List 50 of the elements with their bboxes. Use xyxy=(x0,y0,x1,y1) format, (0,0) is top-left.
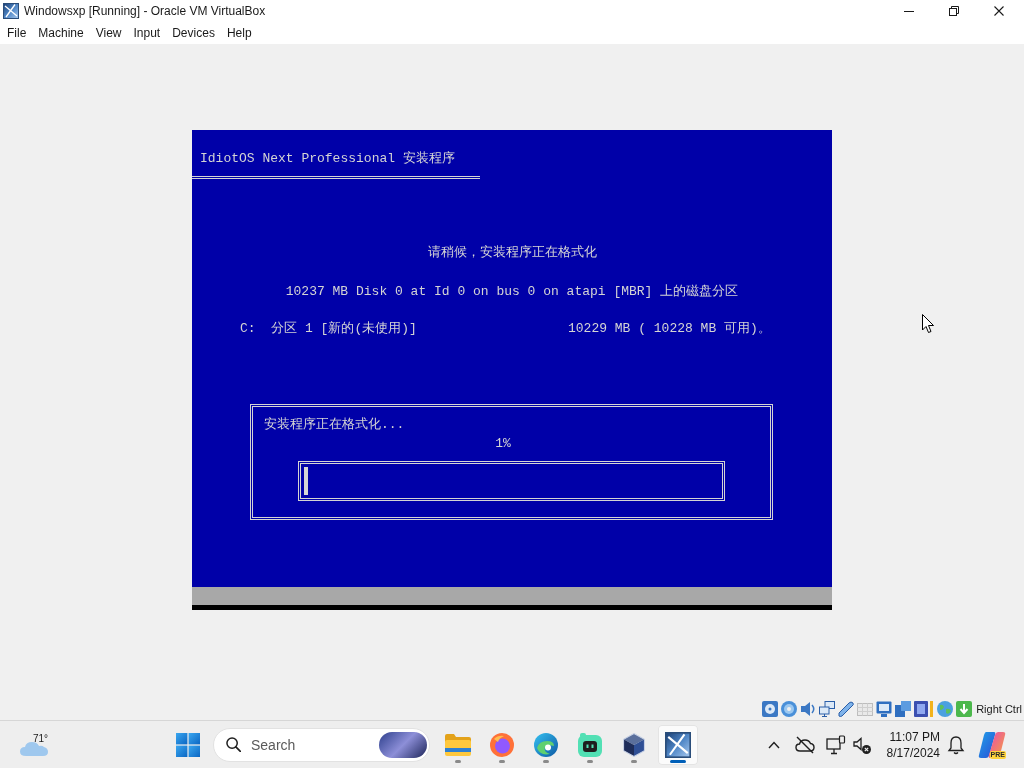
hard-disk-icon[interactable] xyxy=(762,701,779,717)
progress-percent: 1% xyxy=(495,436,511,452)
speaker-icon[interactable] xyxy=(800,701,817,717)
host-key-label: Right Ctrl xyxy=(976,703,1022,715)
four-panes-icon xyxy=(176,732,200,757)
swirl-globe-icon xyxy=(490,732,514,757)
partition-name: C: 分区 1 [新的(未使用)] xyxy=(240,321,418,337)
speaker-muted-icon[interactable] xyxy=(852,734,872,755)
wave-circle-icon xyxy=(534,732,558,757)
menu-item[interactable]: Input xyxy=(127,23,167,43)
status-message: 请稍候，安装程序正在格式化 xyxy=(427,245,597,261)
bot-face-icon xyxy=(578,732,602,757)
search-input[interactable]: Search xyxy=(251,736,379,753)
folder-icon xyxy=(445,733,471,756)
chip-meter-icon[interactable] xyxy=(914,701,935,717)
optical-disc-icon[interactable] xyxy=(781,701,798,717)
network-icon[interactable] xyxy=(819,701,836,717)
ribbon-logo-icon xyxy=(978,730,1006,759)
restore-icon xyxy=(948,6,959,16)
photo-placeholder xyxy=(379,731,427,758)
globe-icon[interactable] xyxy=(937,701,954,717)
menu-item[interactable]: File xyxy=(1,23,33,43)
chevron-up-icon[interactable] xyxy=(768,740,780,749)
taskbar-app-button[interactable] xyxy=(658,724,698,765)
mouse-pointer-icon xyxy=(922,314,935,334)
cloud-off-icon[interactable] xyxy=(795,735,815,754)
menu-item[interactable]: View xyxy=(89,23,128,43)
progress-caption: 安装程序正在格式化... xyxy=(264,417,405,433)
menu-item[interactable]: Help xyxy=(220,23,258,43)
cloud-icon xyxy=(20,741,48,756)
crossed-tile-icon xyxy=(3,3,19,19)
cube-icon xyxy=(622,732,646,757)
bell-icon[interactable] xyxy=(947,734,965,755)
setup-title: IdiotOS Next Professional 安装程序 xyxy=(200,151,455,167)
search-bar[interactable]: Search xyxy=(213,727,430,762)
menu-item[interactable]: Machine xyxy=(32,23,90,43)
close-icon xyxy=(993,6,1004,16)
search-icon xyxy=(226,737,241,752)
crossed-tile-icon xyxy=(665,731,691,758)
arrow-badge-icon[interactable] xyxy=(956,701,973,717)
stacked-squares-icon[interactable] xyxy=(895,701,912,717)
menu-item[interactable]: Devices xyxy=(166,23,221,43)
partition-size: 10229 MB ( 10228 MB 可用)。 xyxy=(568,321,771,337)
minimize-icon xyxy=(903,10,914,12)
weather-button[interactable]: 71° xyxy=(14,724,56,765)
usb-plug-icon[interactable] xyxy=(838,701,855,717)
disk-description: 10237 MB Disk 0 at Id 0 on bus 0 on atapi [MBR] 上的磁盘分区 xyxy=(285,284,739,300)
clock-button[interactable]: 11:07 PM 8/17/2024 xyxy=(878,728,940,761)
window-title: Windowsxp [Running] - Oracle VM VirtualBox xyxy=(24,4,266,18)
monitor-icon[interactable] xyxy=(826,734,846,755)
